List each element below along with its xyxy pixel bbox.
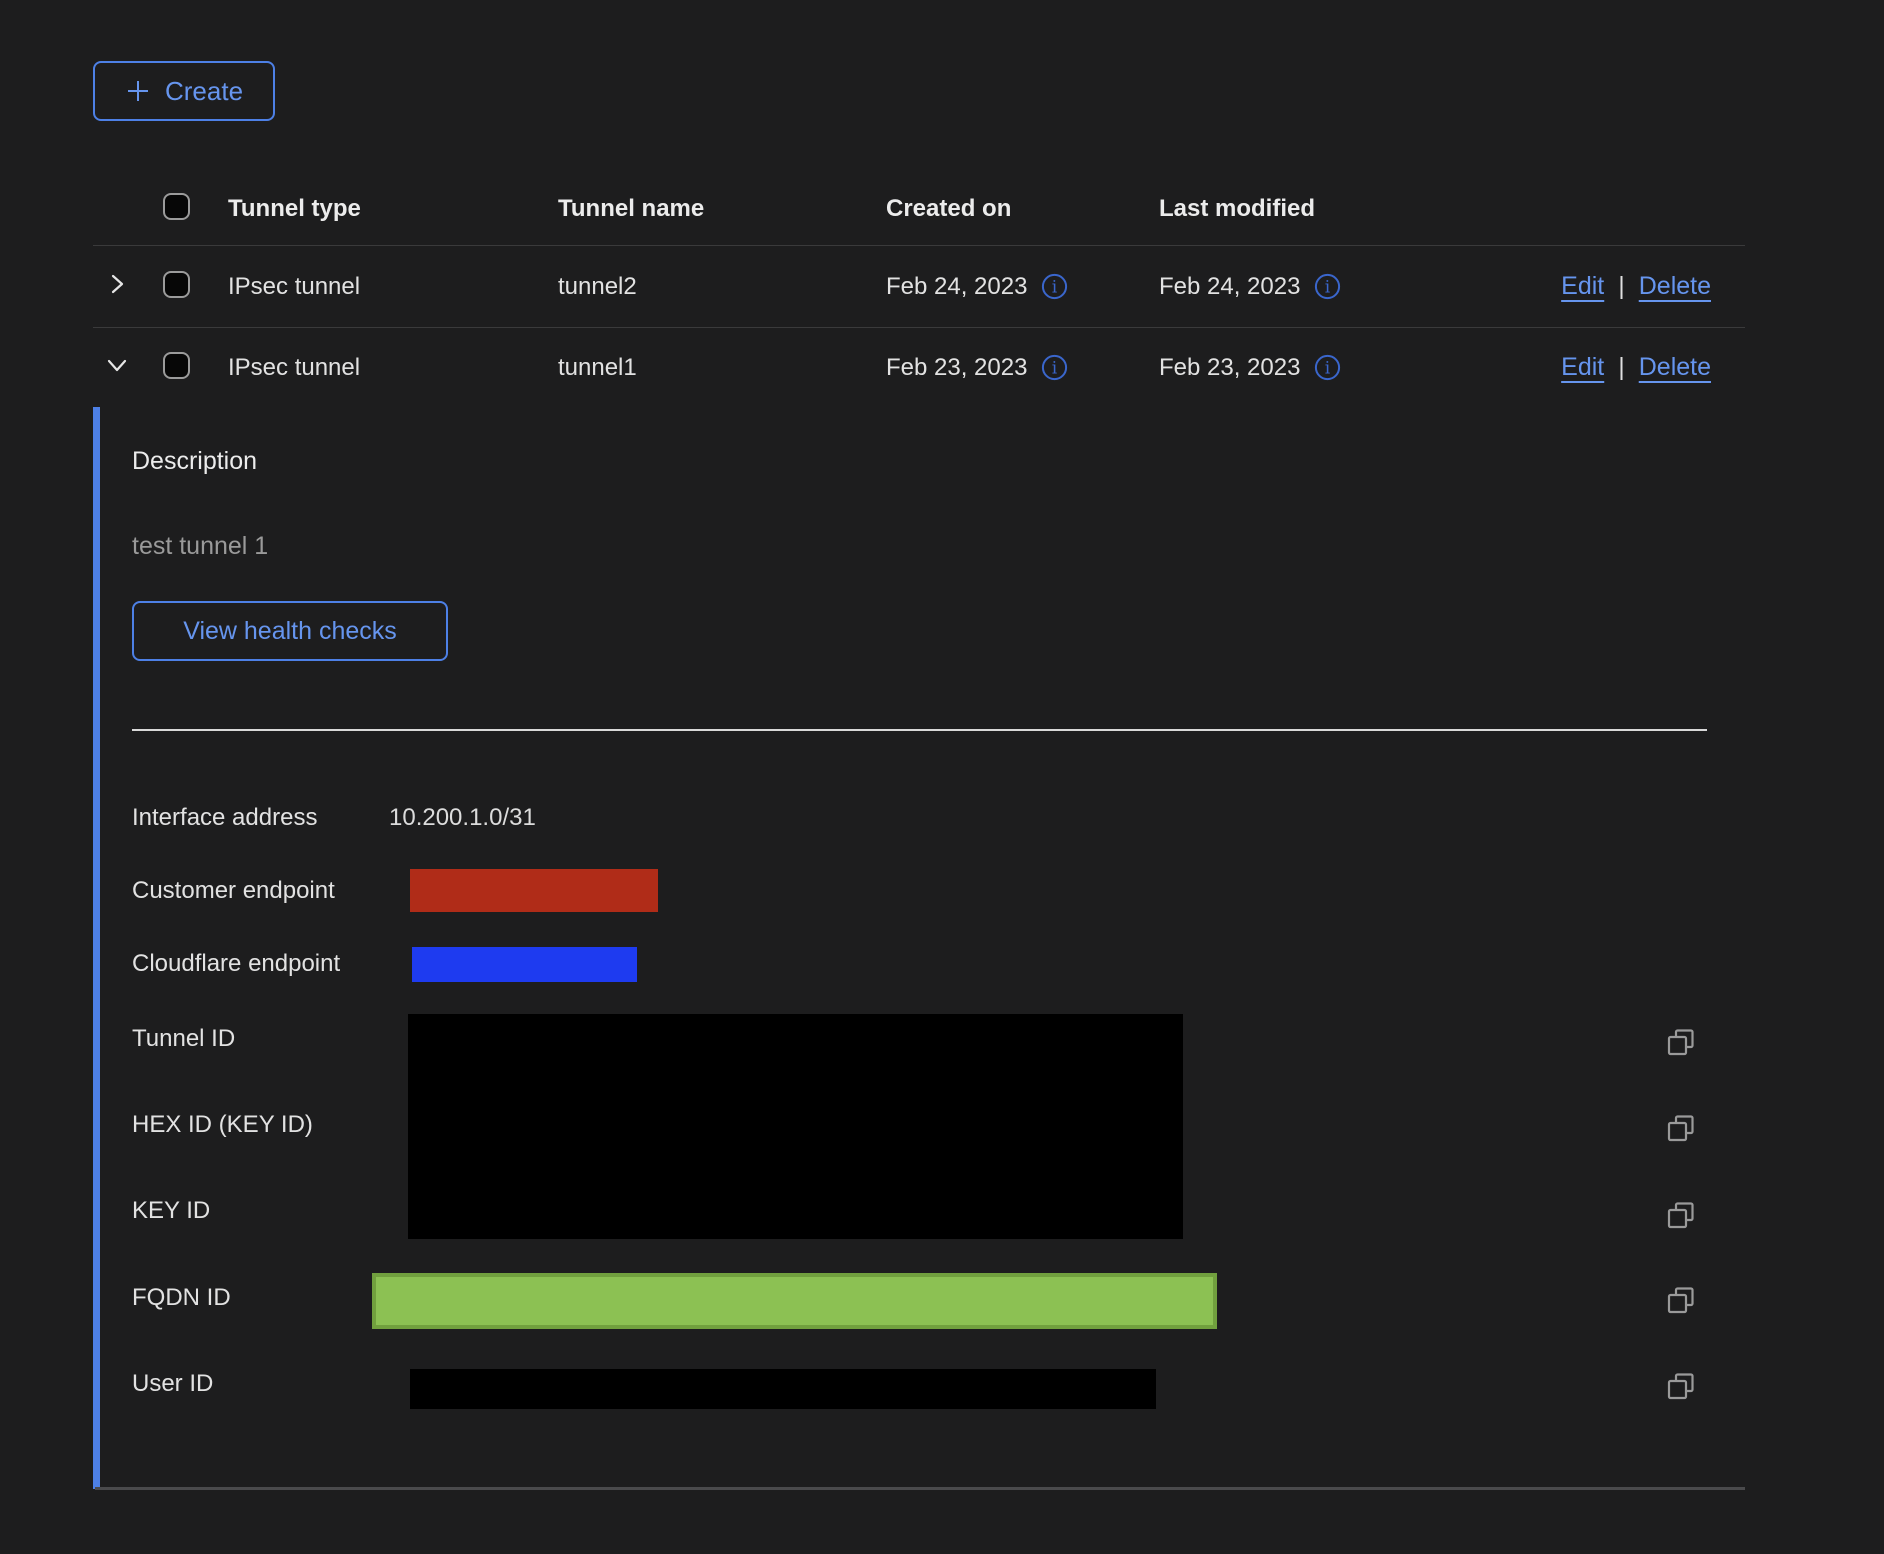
- collapse-chevron-down-icon[interactable]: [103, 351, 131, 379]
- copy-hex-id-icon[interactable]: [1666, 1113, 1696, 1143]
- fqdn-id-redaction: [372, 1273, 1217, 1329]
- created-on-cell: Feb 24, 2023: [886, 273, 1027, 301]
- info-icon[interactable]: i: [1041, 273, 1068, 300]
- interface-address-label: Interface address: [132, 804, 317, 832]
- svg-text:i: i: [1325, 359, 1331, 379]
- table-row: IPsec tunnel tunnel1 Feb 23, 2023 i Feb …: [93, 328, 1745, 407]
- expanded-row-accent-bar: [93, 407, 100, 1489]
- edit-link[interactable]: Edit: [1561, 353, 1604, 382]
- view-health-checks-button[interactable]: View health checks: [132, 601, 448, 661]
- tunnels-page: Create Tunnel type Tunnel name Created o…: [93, 0, 1745, 1492]
- select-all-checkbox[interactable]: [163, 193, 190, 220]
- tunnel-details-panel: Description test tunnel 1 View health ch…: [93, 407, 1745, 1492]
- info-icon[interactable]: i: [1314, 354, 1341, 381]
- last-modified-cell: Feb 23, 2023: [1159, 354, 1300, 382]
- created-on-cell: Feb 23, 2023: [886, 354, 1027, 382]
- hex-id-label: HEX ID (KEY ID): [132, 1111, 313, 1139]
- table-header-row: Tunnel type Tunnel name Created on Last …: [93, 173, 1745, 246]
- table-row: IPsec tunnel tunnel2 Feb 24, 2023 i Feb …: [93, 246, 1745, 328]
- expand-chevron-right-icon[interactable]: [103, 270, 131, 298]
- key-id-label: KEY ID: [132, 1197, 210, 1225]
- tunnel-type-cell: IPsec tunnel: [228, 354, 558, 382]
- tunnel-name-cell: tunnel2: [558, 273, 886, 301]
- customer-endpoint-redaction: [410, 869, 658, 912]
- fqdn-id-label: FQDN ID: [132, 1284, 231, 1312]
- info-icon[interactable]: i: [1041, 354, 1068, 381]
- copy-fqdn-id-icon[interactable]: [1666, 1285, 1696, 1315]
- plus-icon: [125, 78, 151, 104]
- row-checkbox[interactable]: [163, 271, 190, 298]
- copy-key-id-icon[interactable]: [1666, 1200, 1696, 1230]
- copy-user-id-icon[interactable]: [1666, 1371, 1696, 1401]
- section-divider: [132, 729, 1707, 731]
- row-checkbox[interactable]: [163, 352, 190, 379]
- header-tunnel-type: Tunnel type: [228, 195, 558, 223]
- info-icon[interactable]: i: [1314, 273, 1341, 300]
- create-button-label: Create: [165, 76, 243, 107]
- interface-address-value: 10.200.1.0/31: [389, 804, 536, 832]
- description-label: Description: [132, 447, 257, 476]
- create-button[interactable]: Create: [93, 61, 275, 121]
- tunnel-type-cell: IPsec tunnel: [228, 273, 558, 301]
- customer-endpoint-label: Customer endpoint: [132, 877, 335, 905]
- copy-tunnel-id-icon[interactable]: [1666, 1027, 1696, 1057]
- edit-link[interactable]: Edit: [1561, 272, 1604, 301]
- tunnel-name-cell: tunnel1: [558, 354, 886, 382]
- description-value: test tunnel 1: [132, 532, 268, 561]
- cloudflare-endpoint-redaction: [412, 947, 637, 982]
- action-separator: |: [1618, 272, 1625, 301]
- header-tunnel-name: Tunnel name: [558, 195, 886, 223]
- user-id-redaction: [410, 1369, 1156, 1409]
- delete-link[interactable]: Delete: [1639, 353, 1711, 382]
- svg-text:i: i: [1052, 278, 1058, 298]
- svg-text:i: i: [1052, 359, 1058, 379]
- header-created-on: Created on: [886, 195, 1159, 223]
- last-modified-cell: Feb 24, 2023: [1159, 273, 1300, 301]
- ids-redaction: [408, 1014, 1183, 1239]
- action-separator: |: [1618, 353, 1625, 382]
- tunnel-id-label: Tunnel ID: [132, 1025, 235, 1053]
- delete-link[interactable]: Delete: [1639, 272, 1711, 301]
- panel-bottom-divider: [95, 1487, 1745, 1490]
- user-id-label: User ID: [132, 1370, 213, 1398]
- header-last-modified: Last modified: [1159, 195, 1540, 223]
- svg-text:i: i: [1325, 278, 1331, 298]
- tunnels-table: Tunnel type Tunnel name Created on Last …: [93, 173, 1745, 1492]
- cloudflare-endpoint-label: Cloudflare endpoint: [132, 950, 340, 978]
